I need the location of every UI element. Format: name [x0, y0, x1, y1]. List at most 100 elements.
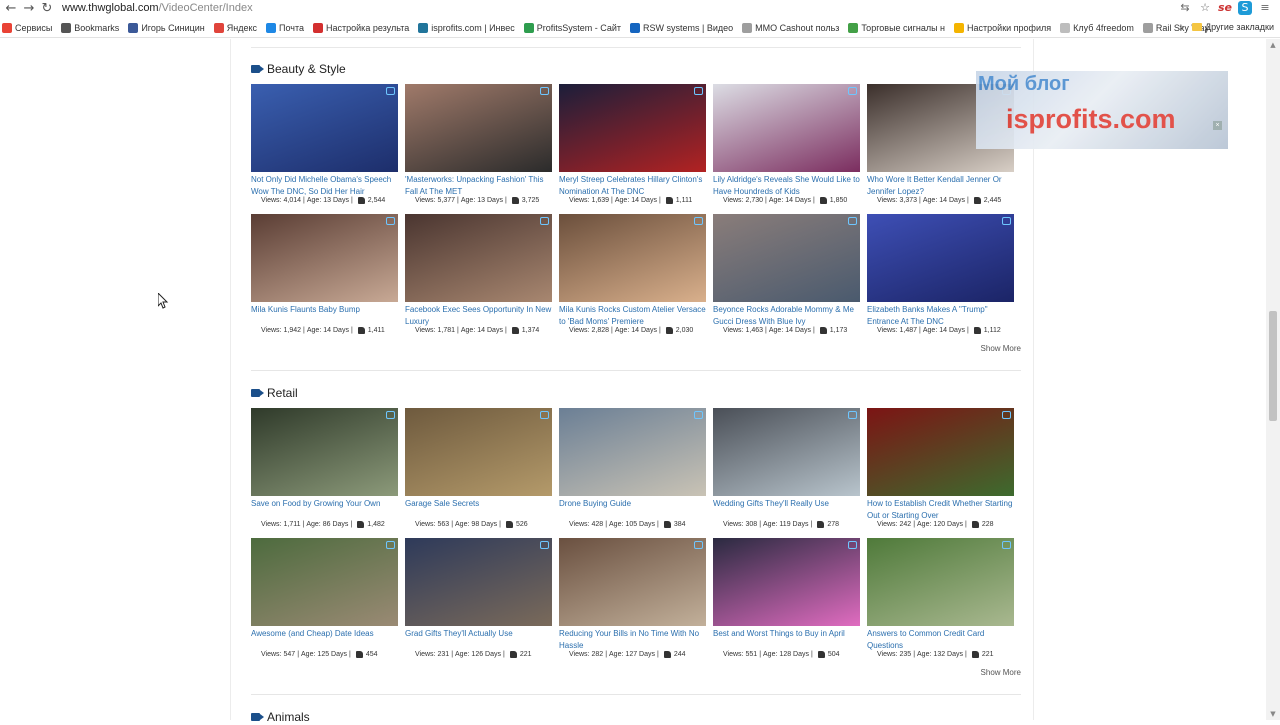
video-thumbnail[interactable] — [251, 84, 398, 172]
bookmark-item[interactable]: Настройки профиля — [954, 23, 1051, 33]
video-thumbnail[interactable] — [251, 538, 398, 626]
thumbs-up-icon[interactable] — [971, 521, 979, 528]
video-title-link[interactable]: Facebook Exec Sees Opportunity In New Lu… — [405, 304, 555, 328]
video-card[interactable]: Meryl Streep Celebrates Hillary Clinton'… — [559, 84, 706, 208]
video-title-link[interactable]: Garage Sale Secrets — [405, 498, 555, 510]
bookmark-item[interactable]: Клуб 4freedom — [1060, 23, 1134, 33]
video-thumbnail[interactable] — [559, 538, 706, 626]
video-title-link[interactable]: Who Wore It Better Kendall Jenner Or Jen… — [867, 174, 1017, 198]
video-card[interactable]: Elizabeth Banks Makes A "Trump" Entrance… — [867, 214, 1014, 338]
video-thumbnail[interactable] — [559, 84, 706, 172]
bookmark-item[interactable]: MMO Cashout польз — [742, 23, 839, 33]
video-thumbnail[interactable] — [867, 538, 1014, 626]
video-card[interactable]: Mila Kunis Rocks Custom Atelier Versace … — [559, 214, 706, 338]
reload-button[interactable]: ↻ — [39, 1, 55, 17]
show-more-link[interactable]: Show More — [981, 344, 1021, 353]
video-card[interactable]: Beyonce Rocks Adorable Mommy & Me Gucci … — [713, 214, 860, 338]
video-title-link[interactable]: How to Establish Credit Whether Starting… — [867, 498, 1017, 522]
video-card[interactable]: Reducing Your Bills in No Time With No H… — [559, 538, 706, 662]
thumbs-up-icon[interactable] — [665, 197, 673, 204]
video-card[interactable]: Awesome (and Cheap) Date Ideas Views: 547 |… — [251, 538, 398, 662]
scroll-down-icon[interactable]: ▼ — [1269, 710, 1277, 718]
extension-se-icon[interactable]: se — [1218, 1, 1232, 15]
video-card[interactable]: Lily Aldridge's Reveals She Would Like t… — [713, 84, 860, 208]
thumbs-up-icon[interactable] — [817, 521, 825, 528]
video-title-link[interactable]: Best and Worst Things to Buy in April — [713, 628, 863, 640]
thumbs-up-icon[interactable] — [819, 327, 827, 334]
video-card[interactable]: Best and Worst Things to Buy in April Vie… — [713, 538, 860, 662]
thumbs-up-icon[interactable] — [511, 327, 519, 334]
video-thumbnail[interactable] — [867, 214, 1014, 302]
video-thumbnail[interactable] — [713, 538, 860, 626]
video-title-link[interactable]: Reducing Your Bills in No Time With No H… — [559, 628, 709, 652]
other-bookmarks[interactable]: » Другие закладки — [1179, 22, 1274, 32]
video-card[interactable]: Garage Sale Secrets Views: 563 | Age: 98 Days… — [405, 408, 552, 532]
bookmark-item[interactable]: Почта — [266, 23, 304, 33]
bookmark-item[interactable]: Торговые сигналы н — [848, 23, 945, 33]
bookmark-item[interactable]: ProfitsSystem - Сайт — [523, 23, 621, 33]
menu-icon[interactable]: ≡ — [1258, 1, 1272, 15]
thumbs-up-icon[interactable] — [663, 521, 671, 528]
back-button[interactable]: ← — [3, 1, 19, 17]
bookmark-item[interactable]: Bookmarks — [61, 23, 119, 33]
video-thumbnail[interactable] — [405, 408, 552, 496]
video-card[interactable]: Not Only Did Michelle Obama's Speech Wow… — [251, 84, 398, 208]
thumbs-up-icon[interactable] — [357, 521, 365, 528]
thumbs-up-icon[interactable] — [355, 651, 363, 658]
video-title-link[interactable]: Mila Kunis Rocks Custom Atelier Versace … — [559, 304, 709, 328]
thumbs-up-icon[interactable] — [665, 327, 673, 334]
bookmark-item[interactable]: Игорь Синицин — [128, 23, 205, 33]
video-title-link[interactable]: Mila Kunis Flaunts Baby Bump — [251, 304, 401, 316]
bookmark-item[interactable]: RSW systems | Видео — [629, 23, 733, 33]
video-thumbnail[interactable] — [713, 214, 860, 302]
video-card[interactable]: Grad Gifts They'll Actually Use Views: 231… — [405, 538, 552, 662]
chevron-right-icon[interactable]: » — [1179, 22, 1184, 32]
bookmark-item[interactable]: Сервисы — [2, 23, 52, 33]
thumbs-up-icon[interactable] — [357, 327, 365, 334]
thumbs-up-icon[interactable] — [819, 197, 827, 204]
bookmark-item[interactable]: isprofits.com | Инвес — [418, 23, 515, 33]
video-title-link[interactable]: Not Only Did Michelle Obama's Speech Wow… — [251, 174, 401, 198]
video-card[interactable]: Mila Kunis Flaunts Baby Bump Views: 1,942 |… — [251, 214, 398, 338]
video-thumbnail[interactable] — [405, 214, 552, 302]
bookmark-item[interactable]: Настройка результа — [313, 23, 409, 33]
forward-button[interactable]: → — [21, 1, 37, 17]
thumbs-up-icon[interactable] — [973, 327, 981, 334]
video-card[interactable]: Facebook Exec Sees Opportunity In New Lu… — [405, 214, 552, 338]
skype-icon[interactable]: S — [1238, 1, 1252, 15]
bookmark-star-icon[interactable]: ☆ — [1198, 1, 1212, 15]
close-icon[interactable]: × — [1213, 121, 1222, 130]
video-title-link[interactable]: 'Masterworks: Unpacking Fashion' This Fa… — [405, 174, 555, 198]
scrollbar[interactable]: ▲ ▼ — [1266, 39, 1280, 720]
video-card[interactable]: Wedding Gifts They'll Really Use Views: 30… — [713, 408, 860, 532]
video-title-link[interactable]: Grad Gifts They'll Actually Use — [405, 628, 555, 640]
video-thumbnail[interactable] — [405, 538, 552, 626]
video-thumbnail[interactable] — [251, 408, 398, 496]
video-thumbnail[interactable] — [405, 84, 552, 172]
video-thumbnail[interactable] — [559, 408, 706, 496]
video-title-link[interactable]: Save on Food by Growing Your Own — [251, 498, 401, 510]
video-thumbnail[interactable] — [251, 214, 398, 302]
thumbs-up-icon[interactable] — [663, 651, 671, 658]
video-card[interactable]: 'Masterworks: Unpacking Fashion' This Fa… — [405, 84, 552, 208]
video-title-link[interactable]: Beyonce Rocks Adorable Mommy & Me Gucci … — [713, 304, 863, 328]
video-title-link[interactable]: Wedding Gifts They'll Really Use — [713, 498, 863, 510]
video-title-link[interactable]: Answers to Common Credit Card Questions — [867, 628, 1017, 652]
video-card[interactable]: How to Establish Credit Whether Starting… — [867, 408, 1014, 532]
video-thumbnail[interactable] — [559, 214, 706, 302]
video-title-link[interactable]: Meryl Streep Celebrates Hillary Clinton'… — [559, 174, 709, 198]
thumbs-up-icon[interactable] — [973, 197, 981, 204]
video-thumbnail[interactable] — [713, 408, 860, 496]
show-more-link[interactable]: Show More — [981, 668, 1021, 677]
video-card[interactable]: Drone Buying Guide Views: 428 | Age: 105 Days… — [559, 408, 706, 532]
video-card[interactable]: Save on Food by Growing Your Own Views: 1,… — [251, 408, 398, 532]
translate-icon[interactable]: ⇆ — [1178, 1, 1192, 15]
url-field[interactable]: www.thwglobal.com/VideoCenter/Index — [62, 2, 253, 14]
scroll-thumb[interactable] — [1269, 311, 1277, 421]
thumbs-up-icon[interactable] — [357, 197, 365, 204]
scroll-up-icon[interactable]: ▲ — [1269, 41, 1277, 49]
thumbs-up-icon[interactable] — [505, 521, 513, 528]
thumbs-up-icon[interactable] — [511, 197, 519, 204]
thumbs-up-icon[interactable] — [509, 651, 517, 658]
video-title-link[interactable]: Lily Aldridge's Reveals She Would Like t… — [713, 174, 863, 198]
